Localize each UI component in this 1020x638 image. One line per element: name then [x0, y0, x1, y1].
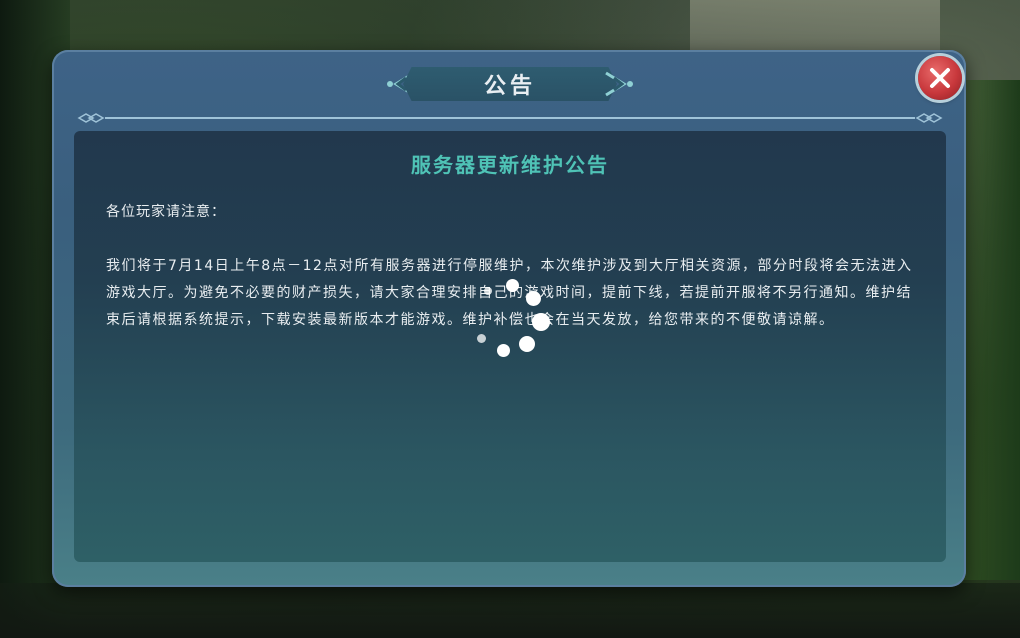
close-button[interactable]: [918, 56, 962, 100]
notice-heading: 服务器更新维护公告: [411, 153, 609, 177]
title-ornament-right-icon: [605, 71, 633, 97]
close-x-icon: [930, 68, 950, 88]
background-foliage-right: [960, 80, 1020, 580]
notice-greeting: 各位玩家请注意：: [106, 204, 226, 220]
dialog-title-plate: 公告: [403, 67, 617, 101]
header-divider: [77, 113, 943, 123]
loading-spinner-icon: [472, 276, 552, 362]
background-ground: [0, 583, 1020, 638]
background-building: [690, 0, 940, 55]
dialog-title: 公告: [483, 74, 536, 99]
